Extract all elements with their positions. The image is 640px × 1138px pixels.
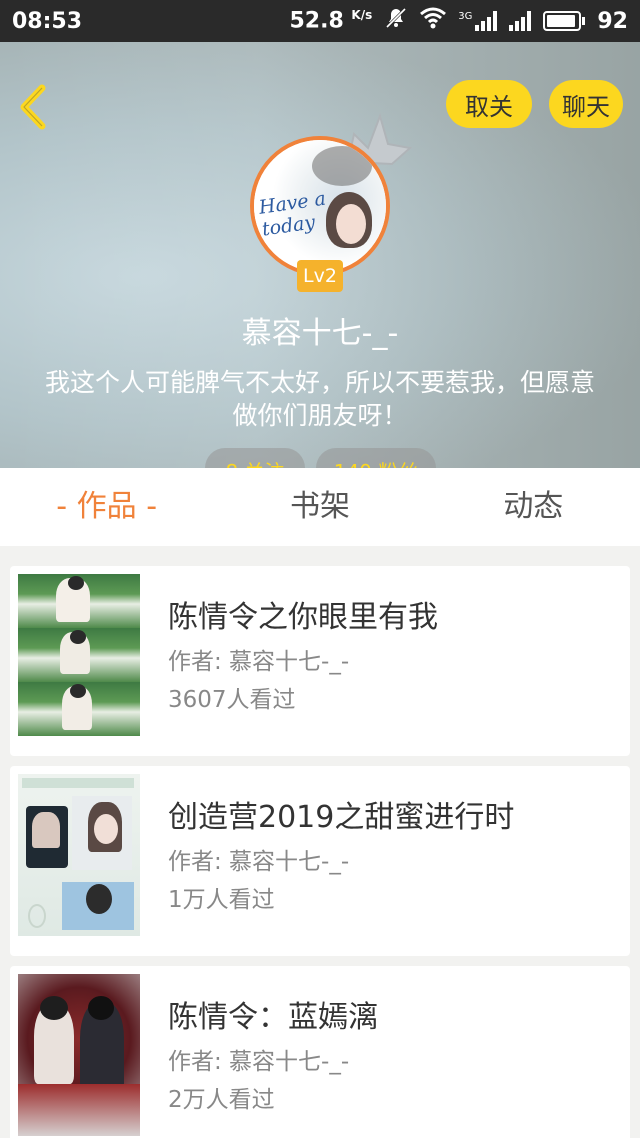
tab-activity[interactable]: 动态 [427, 468, 640, 546]
work-views: 3607人看过 [168, 687, 296, 713]
work-cover-image [18, 974, 140, 1136]
network-speed-value: 52.8 [289, 8, 344, 34]
avatar-image: Have a today [254, 140, 386, 272]
work-author: 作者: 慕容十七-_- [168, 649, 350, 675]
work-views: 2万人看过 [168, 1087, 275, 1113]
work-author: 作者: 慕容十七-_- [168, 1049, 350, 1075]
back-button[interactable] [14, 82, 54, 132]
signal-icon-3g: 3G [458, 11, 498, 31]
battery-icon [543, 11, 586, 31]
unfollow-button[interactable]: 取关 [446, 80, 532, 128]
work-title: 陈情令之你眼里有我 [168, 600, 438, 635]
work-cover-image [18, 574, 140, 736]
tab-works[interactable]: - 作品 - [0, 468, 213, 546]
status-time: 08:53 [12, 8, 83, 34]
username: 慕容十七-_- [241, 316, 399, 351]
chat-button[interactable]: 聊天 [549, 80, 623, 128]
status-right: 52.8 K/s 3G 92 [289, 6, 628, 36]
battery-level: 92 [597, 8, 628, 34]
work-cover-image [18, 774, 140, 936]
work-title: 创造营2019之甜蜜进行时 [168, 800, 515, 835]
user-bio: 我这个人可能脾气不太好，所以不要惹我，但愿意做你们朋友呀！ [44, 368, 595, 430]
work-list-item[interactable]: 陈情令之你眼里有我 作者: 慕容十七-_- 3607人看过 [10, 566, 630, 756]
profile-header: 取关 聊天 Have a today Lv2 慕容十七-_- 我这个人可能脾气不… [0, 42, 640, 468]
wifi-icon [420, 7, 447, 35]
network-speed-unit: K/s [351, 8, 373, 23]
mute-icon [384, 6, 408, 36]
back-arrow-icon [20, 84, 46, 130]
work-title: 陈情令：蓝嫣漓 [168, 1000, 378, 1035]
profile-tabs: - 作品 - 书架 动态 [0, 468, 640, 556]
network-speed: 52.8 K/s [289, 8, 372, 33]
work-list-item[interactable]: 陈情令：蓝嫣漓 作者: 慕容十七-_- 2万人看过 [10, 966, 630, 1138]
work-list-item[interactable]: 创造营2019之甜蜜进行时 作者: 慕容十七-_- 1万人看过 [10, 766, 630, 956]
status-bar: 08:53 52.8 K/s 3G 92 [0, 0, 640, 42]
network-label: 3G [458, 11, 473, 22]
fans-count-pill[interactable]: 140 粉丝 [316, 448, 436, 468]
tab-bookshelf[interactable]: 书架 [213, 468, 426, 546]
work-author: 作者: 慕容十七-_- [168, 849, 350, 875]
following-count-pill[interactable]: 8 关注 [205, 448, 305, 468]
level-badge: Lv2 [297, 260, 343, 292]
avatar[interactable]: Have a today [250, 136, 390, 276]
signal-icon [509, 11, 532, 31]
work-views: 1万人看过 [168, 887, 275, 913]
